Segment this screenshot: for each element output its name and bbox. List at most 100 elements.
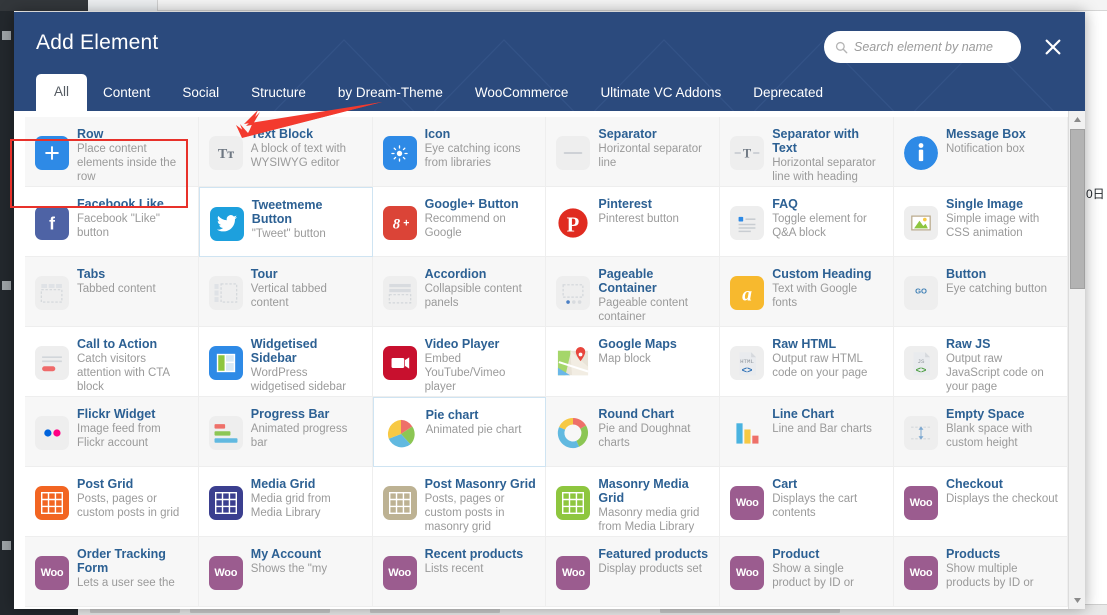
element-card[interactable]: Tabs Tabbed content [25,257,199,327]
element-card[interactable]: Accordion Collapsible content panels [372,257,547,327]
element-name: Raw JS [945,337,991,351]
element-description: Output raw JavaScript code on your page [945,353,1044,393]
element-card[interactable]: Woo Product Show a single product by ID or [720,537,894,607]
element-card[interactable]: Woo Checkout Displays the checkout [893,467,1068,537]
browser-tab-inactive[interactable] [0,0,88,11]
element-card[interactable]: Google Maps Map block [546,327,721,397]
element-description: Tabbed content [77,283,156,295]
element-card[interactable]: a Custom Heading Text with Google fonts [720,257,894,327]
element-card[interactable]: Media Grid Media grid from Media Library [198,467,373,537]
element-name: Facebook Like [77,197,164,211]
element-card[interactable]: Tweetmeme Button "Tweet" button [198,187,373,257]
element-name: Row [77,127,104,141]
element-card[interactable]: Woo Products Show multiple products by ID … [893,537,1068,607]
element-card-text: Empty Space Blank space with custom heigh… [946,407,1059,450]
element-card[interactable]: Tour Vertical tabbed content [198,257,373,327]
element-name: My Account [250,547,322,561]
svg-text:8: 8 [392,217,400,233]
element-description: Shows the "my [250,563,328,575]
element-card-text: Button Eye catching button [946,267,1059,296]
media-grid-icon [208,486,243,520]
browser-tab-active[interactable] [88,0,158,11]
element-card-text: Pinterest Pinterest button [598,197,711,226]
element-card[interactable]: JS <> Raw JS Output raw JavaScript code on … [893,327,1068,397]
element-name: Featured products [598,547,709,561]
element-name: Product [772,547,820,561]
close-button[interactable] [1039,33,1067,61]
element-card[interactable]: Post Masonry Grid Posts, pages or custom … [372,467,547,537]
element-card[interactable]: P Pinterest Pinterest button [546,187,721,257]
element-card[interactable]: 8 + Google+ Button Recommend on Google [372,187,547,257]
element-card[interactable]: Message Box Notification box [893,117,1068,187]
tab-content[interactable]: Content [87,76,166,112]
search-field-wrapper[interactable] [824,31,1025,63]
element-card-text: Google Maps Map block [598,337,711,366]
wp-admin-sidebar[interactable] [0,11,14,615]
tab-woocommerce[interactable]: WooCommerce [459,76,585,112]
element-card[interactable]: Woo Cart Displays the cart contents [720,467,894,537]
element-card[interactable]: Woo Order Tracking Form Lets a user see th… [25,537,199,607]
element-description: Show a single product by ID or [772,563,855,589]
element-card[interactable]: Row Place content elements inside the row [25,117,199,187]
element-description: WordPress widgetised sidebar [250,367,347,393]
element-description: Show multiple products by ID or [945,563,1034,589]
element-card[interactable]: Video Player Embed YouTube/Vimeo player [372,327,547,397]
element-name: Button [945,267,987,281]
element-name: Video Player [424,337,500,351]
element-card[interactable]: Pageable Container Pageable content conta… [546,257,721,327]
element-card[interactable]: Progress Bar Animated progress bar [198,397,373,467]
background-right-panel [1085,11,1107,615]
element-card-text: Order Tracking Form Lets a user see the [77,547,190,590]
icon-glyph: Woo [735,567,759,579]
tab-by-dream-theme[interactable]: by Dream-Theme [322,76,459,112]
element-card-text: Round Chart Pie and Doughnat charts [598,407,711,450]
element-name: Google Maps [598,337,677,351]
scrollbar-thumb[interactable] [1070,129,1085,289]
element-card[interactable]: Woo My Account Shows the "my [198,537,373,607]
tab-deprecated[interactable]: Deprecated [737,76,839,112]
element-card[interactable]: FAQ Toggle element for Q&A block [720,187,894,257]
tab-structure[interactable]: Structure [235,76,322,112]
element-card[interactable]: Separator Horizontal separator line [546,117,721,187]
element-description: Displays the checkout [945,493,1058,505]
element-card[interactable]: Post Grid Posts, pages or custom posts in… [25,467,199,537]
element-card[interactable]: Woo Featured products Display products set [546,537,721,607]
search-input[interactable] [848,32,1025,62]
svg-text:+: + [403,218,409,230]
element-card[interactable]: Pie chart Animated pie chart [372,397,547,467]
tab-ultimate-vc-addons[interactable]: Ultimate VC Addons [584,76,737,112]
element-card[interactable]: Masonry Media Grid Masonry media grid fro… [546,467,721,537]
element-card[interactable]: Single Image Simple image with CSS animat… [893,187,1068,257]
element-card[interactable]: Woo Recent products Lists recent [372,537,547,607]
element-card[interactable]: f Facebook Like Facebook "Like" button [25,187,199,257]
vertical-scrollbar[interactable] [1068,111,1085,609]
element-card[interactable]: Flickr Widget Image feed from Flickr acco… [25,397,199,467]
element-card[interactable]: Call to Action Catch visitors attention w… [25,327,199,397]
element-card-text: Line Chart Line and Bar charts [772,407,885,436]
svg-text:a: a [742,283,752,305]
element-card[interactable]: Tᴛ Text Block A block of text with WYSIWYG… [198,117,373,187]
scroll-down-button[interactable] [1069,592,1085,609]
scroll-up-button[interactable] [1069,111,1085,128]
element-card[interactable]: Widgetised Sidebar WordPress widgetised s… [198,327,373,397]
element-description: Recommend on Google [424,213,506,239]
tab-all[interactable]: All [36,73,88,111]
element-description: Posts, pages or custom posts in grid [77,493,180,519]
text-block-icon: Tᴛ [208,136,243,170]
element-card[interactable]: Round Chart Pie and Doughnat charts [546,397,721,467]
element-card[interactable]: Empty Space Blank space with custom heigh… [893,397,1068,467]
element-card[interactable]: GO Button Eye catching button [893,257,1068,327]
element-card[interactable]: T Separator with Text Horizontal separator… [720,117,894,187]
separator-with-text-icon: T [730,136,765,170]
element-description: Collapsible content panels [424,283,522,309]
tab-social[interactable]: Social [166,76,235,112]
element-card[interactable]: Line Chart Line and Bar charts [720,397,894,467]
tabs-icon [35,276,69,310]
round-chart-icon [556,416,590,450]
element-card-text: Widgetised Sidebar WordPress widgetised s… [251,337,364,394]
element-grid: Row Place content elements inside the row… [25,117,1068,607]
element-card[interactable]: Icon Eye catching icons from libraries [372,117,547,187]
element-description: Posts, pages or custom posts in masonry … [424,493,505,533]
element-card[interactable]: HTML <> Raw HTML Output raw HTML code on yo… [720,327,894,397]
icon-glyph: Woo [388,567,411,579]
